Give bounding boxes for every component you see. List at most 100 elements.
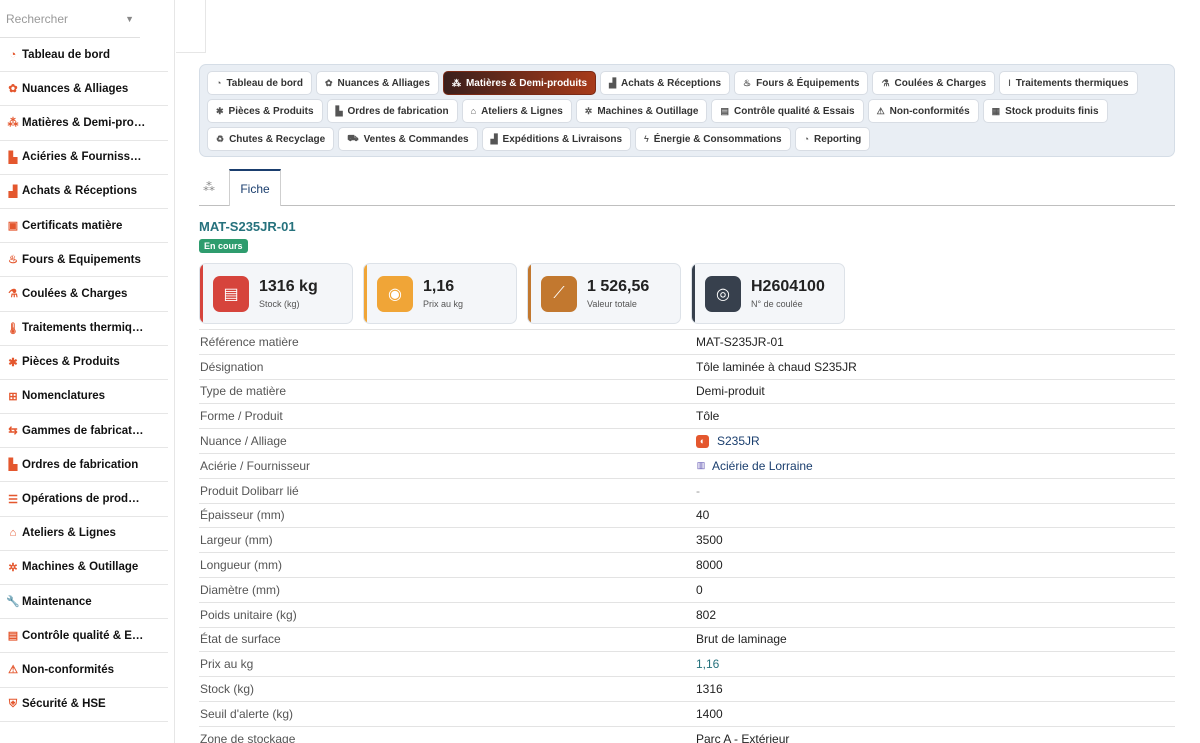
warehouse-icon: ⌂: [470, 106, 477, 116]
sidebar-item[interactable]: ▤ Contrôle qualité & E…: [0, 619, 168, 654]
kpi-text: 1 526,56 Valeur totale: [587, 278, 649, 309]
sidebar-item[interactable]: ⇆ Gammes de fabricati…: [0, 414, 168, 449]
module-tab-label: Traitements thermiques: [1015, 77, 1129, 89]
sidebar-item[interactable]: ♨ Fours & Équipements: [0, 243, 168, 278]
status-badge: En cours: [199, 239, 248, 253]
cubes-icon: ⁂: [7, 117, 19, 130]
sidebar-item[interactable]: ▣ Certificats matière: [0, 209, 168, 244]
cubes-icon[interactable]: ⁂: [203, 180, 215, 194]
module-tab-label: Expéditions & Livraisons: [502, 133, 623, 145]
module-tab-label: Machines & Outillage: [597, 105, 699, 117]
cart-icon: ⛟: [347, 133, 359, 143]
kpi-text: 1316 kg Stock (kg): [259, 278, 318, 309]
cogs-icon: ✲: [584, 105, 593, 116]
sidebar-item-label: Aciéries & Fournisse…: [22, 151, 146, 164]
list-icon: ☰: [8, 493, 18, 506]
sidebar-item[interactable]: ⛨ Sécurité & HSE: [0, 688, 168, 722]
module-tab[interactable]: ⁂ Matières & Demi-produits: [442, 71, 597, 95]
module-tab[interactable]: ⌂ Ateliers & Lignes: [461, 99, 572, 123]
sidebar-item[interactable]: ⚗ Coulées & Charges: [0, 277, 168, 312]
module-tab-label: Achats & Réceptions: [621, 77, 722, 89]
factory-icon: ▙: [8, 459, 18, 472]
detail-label: Forme / Produit: [200, 409, 283, 424]
module-tab-label: Stock produits finis: [1005, 105, 1099, 117]
detail-value[interactable]: ◐ S235JR: [696, 434, 760, 448]
module-tab[interactable]: ♨ Fours & Équipements: [734, 71, 869, 95]
detail-row: Prix au kg 1,16: [199, 652, 1175, 678]
module-tab-label: Énergie & Consommations: [653, 133, 782, 145]
sidebar-item[interactable]: ◔ Tableau de bord: [0, 38, 168, 73]
detail-value-text: 8000: [696, 558, 723, 573]
module-tab[interactable]: ◔ Reporting: [794, 127, 871, 151]
module-tab[interactable]: ✱ Pièces & Produits: [207, 99, 323, 123]
kpi-value: H2604100: [751, 278, 825, 295]
cog-icon: ✿: [8, 83, 18, 96]
gear-icon: ✱: [8, 356, 18, 369]
module-tab[interactable]: ⚠ Non-conformités: [867, 99, 979, 123]
sidebar-item[interactable]: 🌡 Traitements thermiq…: [0, 312, 168, 346]
sidebar-item[interactable]: ⌂ Ateliers & Lignes: [0, 517, 168, 551]
module-tab[interactable]: ⛟ Ventes & Commandes: [338, 127, 478, 151]
cog-icon: ✿: [324, 77, 333, 88]
sidebar-item[interactable]: ▙ Ordres de fabrication: [0, 448, 168, 483]
module-tab[interactable]: ϟ Énergie & Consommations: [635, 127, 791, 151]
module-tab[interactable]: ▤ Contrôle qualité & Essais: [711, 99, 864, 123]
module-tab[interactable]: ǀ Traitements thermiques: [999, 71, 1138, 95]
sidebar-item[interactable]: ✿ Nuances & Alliages: [0, 72, 168, 107]
kpi-text: H2604100 N° de coulée: [751, 278, 825, 309]
certificate-icon: ▣: [7, 220, 19, 233]
sidebar-item[interactable]: ☰ Opérations de produ…: [0, 482, 168, 517]
module-tab[interactable]: ⚗ Coulées & Charges: [872, 71, 996, 95]
detail-row: Longueur (mm) 8000: [199, 553, 1175, 578]
gear-icon: ✱: [216, 105, 224, 116]
detail-value-text: 1316: [696, 682, 723, 697]
module-tab[interactable]: ▙ Ordres de fabrication: [326, 99, 458, 123]
module-tab[interactable]: ▟ Achats & Réceptions: [600, 71, 731, 95]
kpi-card: ◉ 1,16 Prix au kg: [363, 263, 517, 324]
detail-value: 40: [696, 508, 709, 522]
sidebar-item-label: Ateliers & Lignes: [22, 527, 116, 540]
sidebar-item-label: Non-conformités: [22, 663, 114, 676]
module-tab-label: Pièces & Produits: [228, 105, 314, 117]
sidebar-item[interactable]: ⊞ Nomenclatures: [0, 380, 168, 415]
detail-label: Longueur (mm): [200, 558, 283, 573]
module-tab[interactable]: ▟ Expéditions & Livraisons: [481, 127, 632, 151]
clipboard-icon: ▤: [7, 630, 19, 643]
sidebar-item-label: Achats & Réceptions: [22, 185, 138, 198]
kpi-value: 1316 kg: [259, 278, 318, 295]
sidebar-item-label: Nuances & Alliages: [22, 82, 129, 95]
sidebar-item[interactable]: ▙ Aciéries & Fournisse…: [0, 141, 168, 175]
details-table: Référence matière MAT-S235JR-01 Désignatio…: [199, 329, 1175, 743]
sidebar-item[interactable]: ✲ Machines & Outillage: [0, 551, 168, 585]
sidebar-item[interactable]: ▟ Achats & Réceptions: [0, 175, 168, 209]
kpi-label: Valeur totale: [587, 299, 637, 309]
detail-value: 8000: [696, 558, 723, 572]
detail-value: Tôle: [696, 409, 719, 423]
detail-label: Diamètre (mm): [200, 582, 280, 597]
sidebar-item-label: Maintenance: [22, 595, 92, 608]
warehouse-icon: ▤: [213, 275, 249, 312]
kpi-label: Prix au kg: [423, 299, 464, 309]
fire-icon: ♨: [743, 77, 752, 88]
detail-value: Tôle laminée à chaud S235JR: [696, 360, 857, 374]
fingerprint-icon: ◎: [705, 275, 741, 312]
module-tab[interactable]: ✲ Machines & Outillage: [575, 99, 708, 123]
search-select[interactable]: Rechercher ▼: [0, 0, 140, 38]
detail-value-text: 0: [696, 582, 703, 597]
module-tab[interactable]: ▦ Stock produits finis: [982, 99, 1108, 123]
chart-pie-icon: ◔: [803, 134, 810, 144]
truck-icon: ▟: [490, 133, 498, 144]
module-tab[interactable]: ♻ Chutes & Recyclage: [207, 127, 335, 151]
sidebar-item[interactable]: 🔧 Maintenance: [0, 585, 168, 620]
sidebar-item[interactable]: ⁂ Matières & Demi-pro…: [0, 106, 168, 141]
sidebar-item[interactable]: ⚠ Non-conformités: [0, 653, 168, 688]
tab-fiche[interactable]: Fiche: [229, 169, 281, 206]
module-tab[interactable]: ◔ Tableau de bord: [207, 71, 312, 95]
clipboard-icon: ▤: [720, 105, 729, 116]
detail-value: Parc A - Extérieur: [696, 732, 789, 743]
module-tab-label: Contrôle qualité & Essais: [733, 105, 855, 117]
detail-value[interactable]: ▥ Aciérie de Lorraine: [696, 459, 813, 473]
module-tab[interactable]: ✿ Nuances & Alliages: [315, 71, 439, 95]
sidebar-item[interactable]: ✱ Pièces & Produits: [0, 346, 168, 380]
industry-icon: ▙: [8, 151, 18, 164]
